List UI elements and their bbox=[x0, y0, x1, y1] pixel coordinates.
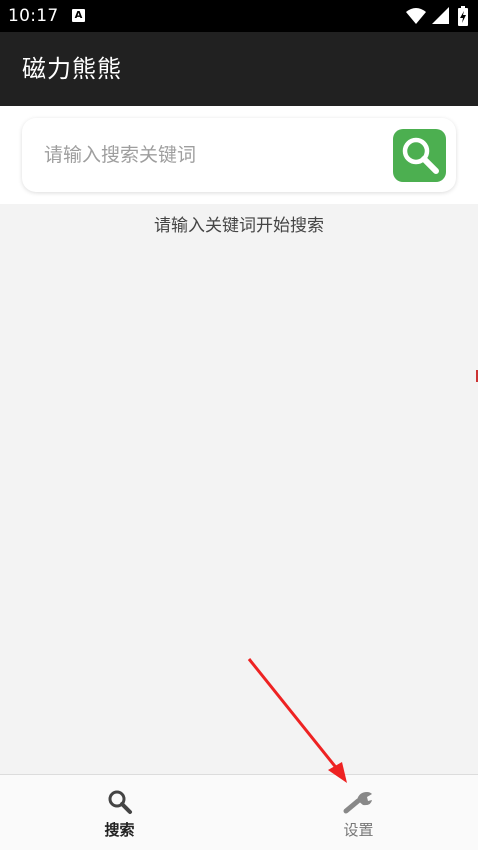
search-area bbox=[0, 106, 478, 204]
notification-icon-letter: A bbox=[74, 10, 83, 21]
results-area bbox=[0, 204, 478, 774]
search-icon bbox=[402, 137, 439, 174]
status-time: 10:17 bbox=[8, 6, 59, 26]
search-icon bbox=[108, 790, 132, 814]
nav-item-search[interactable]: 搜索 bbox=[0, 775, 239, 850]
battery-charging-icon bbox=[458, 6, 468, 26]
search-button[interactable] bbox=[393, 129, 446, 182]
nav-item-settings[interactable]: 设置 bbox=[239, 775, 478, 850]
notification-a-icon: A bbox=[72, 9, 85, 22]
app-bar: 磁力熊熊 bbox=[0, 32, 478, 106]
empty-hint: 请输入关键词开始搜索 bbox=[154, 216, 324, 236]
wrench-icon bbox=[343, 792, 372, 814]
nav-label-search: 搜索 bbox=[104, 821, 135, 839]
signal-icon bbox=[432, 7, 449, 24]
status-bar: 10:17 A bbox=[0, 0, 478, 32]
app-title: 磁力熊熊 bbox=[22, 55, 122, 83]
search-card bbox=[22, 118, 456, 192]
wifi-icon bbox=[406, 8, 426, 24]
bottom-nav: 搜索 设置 bbox=[0, 774, 478, 850]
search-input[interactable] bbox=[44, 138, 364, 172]
nav-label-settings: 设置 bbox=[343, 821, 374, 839]
